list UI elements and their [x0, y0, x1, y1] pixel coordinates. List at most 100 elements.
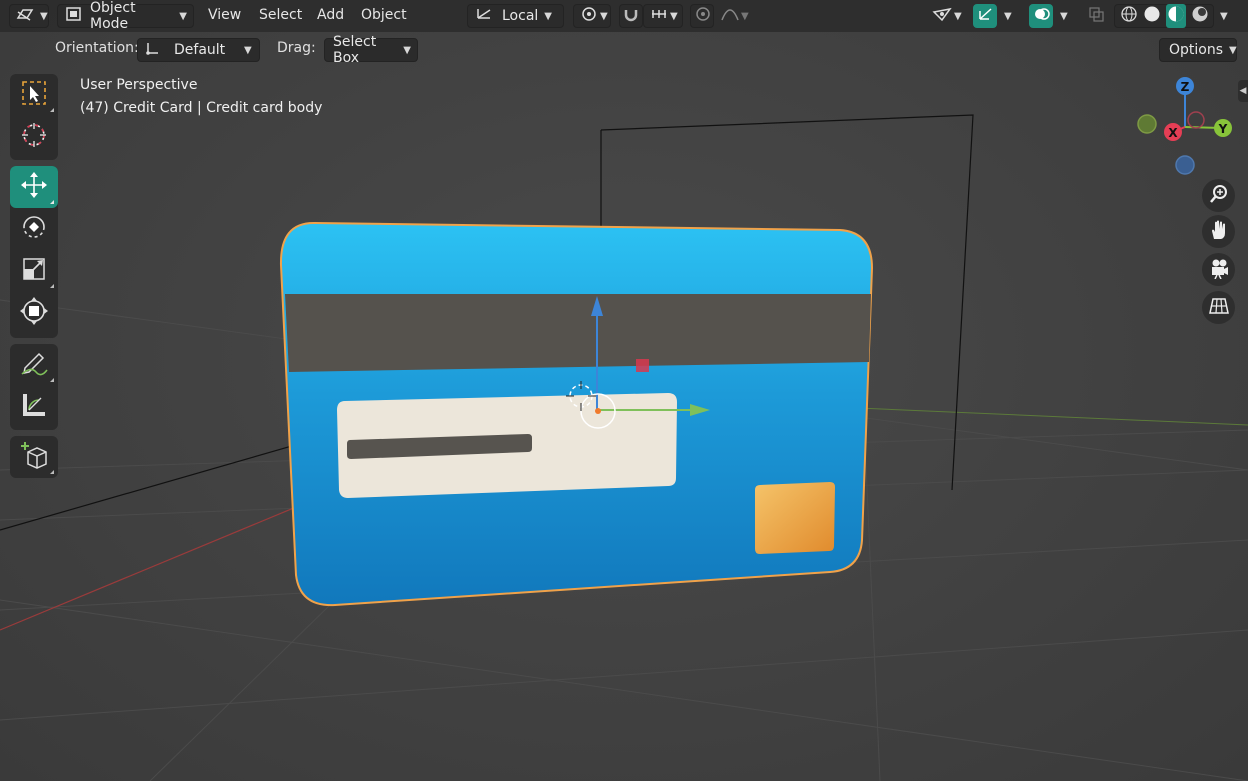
- camera-view-button[interactable]: [1202, 253, 1235, 286]
- snap-magnet-icon: [623, 6, 639, 26]
- chevron-down-icon: ▼: [40, 10, 48, 22]
- navigation-gizmo[interactable]: Z Y X: [1130, 72, 1240, 182]
- tool-cursor[interactable]: [10, 116, 58, 158]
- tool-rotate[interactable]: [10, 208, 58, 250]
- overlays-toggle[interactable]: [1029, 4, 1053, 28]
- move-icon: [19, 170, 49, 204]
- options-dropdown[interactable]: Options ▼: [1159, 38, 1237, 62]
- proportional-falloff-dropdown[interactable]: ▼: [714, 4, 754, 28]
- tool-add-cube[interactable]: [10, 436, 58, 478]
- orientation-dropdown[interactable]: Default ▼: [137, 38, 260, 62]
- transform-orientation-dropdown[interactable]: Local ▼: [467, 4, 564, 28]
- orientation-value: Default: [174, 42, 226, 58]
- proportional-editing-toggle[interactable]: [690, 4, 714, 28]
- transform-icon: [19, 296, 49, 330]
- toolbar-group-add: [10, 436, 58, 478]
- shading-dropdown[interactable]: ▼: [1214, 4, 1236, 28]
- chevron-down-icon: ▼: [244, 44, 252, 56]
- tool-annotate[interactable]: [10, 344, 58, 386]
- magnetic-stripe: [285, 294, 871, 372]
- chevron-down-icon: ▼: [403, 44, 411, 56]
- toolbar-group-transform: [10, 166, 58, 338]
- transform-orientation-icon: [144, 40, 162, 60]
- sidebar-toggle[interactable]: ◀: [1238, 80, 1248, 102]
- pivot-point-icon: [580, 6, 598, 26]
- toolbar-group-annotate: [10, 344, 58, 430]
- gizmo-neg-x[interactable]: [1187, 111, 1205, 129]
- camera-view-icon: [1208, 257, 1230, 283]
- measure-icon: [19, 390, 49, 424]
- falloff-curve-icon: [721, 6, 739, 26]
- orientation-label: Orientation:: [55, 40, 139, 56]
- options-label: Options: [1169, 42, 1224, 58]
- chevron-down-icon: ▼: [1220, 10, 1228, 22]
- tool-measure[interactable]: [10, 386, 58, 428]
- gizmo-x-label: X: [1168, 126, 1178, 140]
- overlays-toggle-icon: [1033, 6, 1051, 26]
- annotate-icon: [19, 348, 49, 382]
- snap-toggle[interactable]: [619, 4, 643, 28]
- shading-mode-group: [1114, 4, 1214, 28]
- xray-toggle-icon: [1088, 6, 1106, 26]
- gizmo-toggle[interactable]: [973, 4, 997, 28]
- material-preview-icon[interactable]: [1165, 4, 1186, 28]
- pan-button[interactable]: [1202, 215, 1235, 248]
- object-visibility-icon: [932, 6, 952, 26]
- zoom-button[interactable]: [1202, 179, 1235, 212]
- toolbar-group-select: [10, 74, 58, 160]
- view-name: User Perspective: [80, 77, 198, 93]
- 3d-viewport-icon: [16, 6, 34, 26]
- rotate-icon: [20, 213, 48, 245]
- snap-increment-icon: [650, 6, 668, 26]
- 3d-viewport[interactable]: User Perspective (47) Credit Card | Cred…: [0, 0, 1248, 781]
- chevron-down-icon: ▼: [1229, 44, 1237, 56]
- chevron-down-icon: ▼: [670, 10, 678, 22]
- drag-dropdown[interactable]: Select Box ▼: [324, 34, 418, 66]
- chevron-down-icon: ▼: [1060, 10, 1068, 22]
- credit-card-object[interactable]: [279, 221, 874, 607]
- editor-type-button[interactable]: ▼: [9, 4, 49, 28]
- ortho-toggle-button[interactable]: [1202, 291, 1235, 324]
- transform-orientation-icon: [474, 6, 494, 26]
- overlays-dropdown[interactable]: ▼: [1053, 4, 1077, 28]
- gizmo-neg-z[interactable]: [1175, 155, 1195, 175]
- chevron-left-icon: ◀: [1239, 86, 1247, 96]
- wireframe-shading-icon[interactable]: [1120, 5, 1138, 27]
- chevron-down-icon: ▼: [1004, 10, 1012, 22]
- viewport-scene[interactable]: [0, 0, 1248, 781]
- chevron-down-icon: ▼: [741, 10, 749, 22]
- menu-view[interactable]: View: [208, 7, 241, 23]
- drag-label: Drag:: [277, 40, 316, 56]
- menu-select[interactable]: Select: [259, 7, 302, 23]
- viewport-header: ▼ Object Mode ▼ View Select Add Object L…: [0, 0, 1248, 32]
- mode-selector[interactable]: Object Mode ▼: [57, 0, 194, 32]
- tool-scale[interactable]: [10, 250, 58, 292]
- snap-target-dropdown[interactable]: ▼: [643, 4, 683, 28]
- object-visibility-dropdown[interactable]: ▼: [925, 4, 967, 28]
- gizmo-toggle-icon: [977, 6, 995, 26]
- pan-hand-icon: [1208, 219, 1230, 245]
- proportional-editing-icon: [695, 6, 711, 26]
- select-box-icon: [20, 79, 48, 111]
- pivot-point-dropdown[interactable]: ▼: [573, 4, 611, 28]
- transform-orientation-label: Local: [502, 8, 539, 24]
- object-info: (47) Credit Card | Credit card body: [80, 100, 323, 116]
- gizmo-y-label: Y: [1218, 122, 1228, 136]
- chevron-down-icon: ▼: [544, 10, 552, 22]
- tool-transform[interactable]: [10, 292, 58, 334]
- menu-object[interactable]: Object: [361, 7, 407, 23]
- xray-toggle[interactable]: [1084, 4, 1108, 28]
- tool-move[interactable]: [10, 166, 58, 208]
- card-chip: [755, 482, 835, 554]
- gizmo-plane-handle[interactable]: [636, 359, 649, 372]
- tool-settings-bar: Orientation: Default ▼ Drag: Select Box …: [0, 34, 1248, 66]
- tool-select-box[interactable]: [10, 74, 58, 116]
- gizmo-neg-y[interactable]: [1137, 114, 1157, 134]
- ortho-grid-icon: [1208, 295, 1230, 321]
- rendered-shading-icon[interactable]: [1191, 5, 1209, 27]
- chevron-down-icon: ▼: [600, 10, 608, 22]
- gizmo-dropdown[interactable]: ▼: [997, 4, 1021, 28]
- menu-add[interactable]: Add: [317, 7, 344, 23]
- solid-shading-icon[interactable]: [1143, 5, 1161, 27]
- add-cube-icon: [19, 440, 49, 474]
